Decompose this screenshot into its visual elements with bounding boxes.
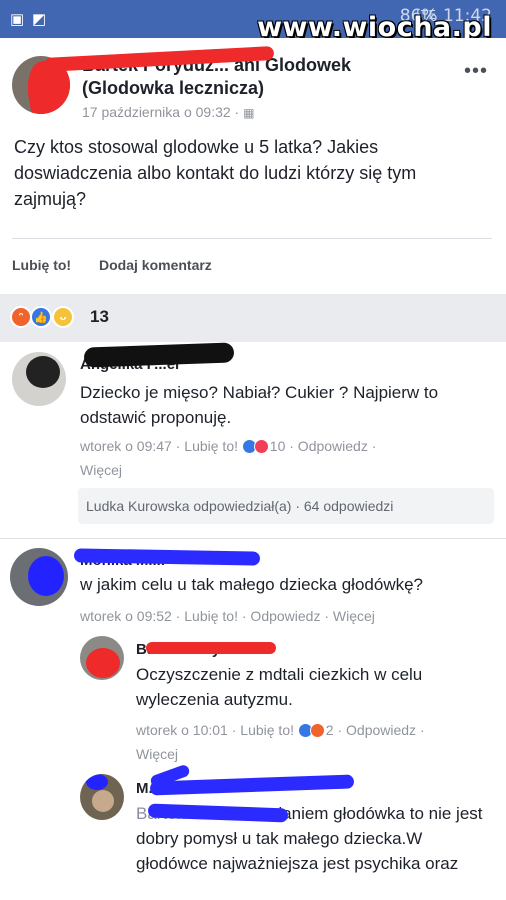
reaction-count[interactable]: 13 xyxy=(90,307,109,327)
more-link[interactable]: Więcej xyxy=(80,462,122,478)
comment-meta: wtorek o 09:47 · Lubię to! 10 · Odpowied… xyxy=(80,438,377,478)
more-link[interactable]: Więcej xyxy=(136,746,178,762)
post-timestamp[interactable]: 17 października o 09:32 · ▦ xyxy=(82,104,254,120)
divider xyxy=(12,238,492,239)
avatar[interactable] xyxy=(10,548,68,606)
comment-button[interactable]: Dodaj komentarz xyxy=(99,257,212,273)
avatar[interactable] xyxy=(12,352,66,406)
redaction-scribble xyxy=(83,342,235,368)
avatar[interactable] xyxy=(80,636,124,680)
reactions-bar[interactable] xyxy=(0,294,506,342)
post-card: Bartek Poryduz... ani Glodowek (Glodowka… xyxy=(0,38,506,294)
avatar[interactable] xyxy=(80,774,124,820)
comment-meta: wtorek o 10:01 · Lubię to! 2 · Odpowiedz… xyxy=(136,722,425,762)
divider xyxy=(0,538,506,539)
haha-icon: ᴗ xyxy=(52,306,74,328)
comment-text: Oczyszczenie z mdtali ciezkich w celu wy… xyxy=(136,665,423,709)
status-bar: ▣ ◩ LTE 86% 11:42 www.wiocha.pl xyxy=(0,0,506,43)
comment-like-button[interactable]: Lubię to! xyxy=(240,722,294,738)
redaction-scribble xyxy=(146,642,276,654)
comment-text: Dziecko je mięso? Nabiał? Cukier ? Najpi… xyxy=(80,383,439,427)
notification-icon: ▣ xyxy=(10,11,25,28)
image-icon: ◩ xyxy=(32,11,47,28)
angry-icon xyxy=(309,723,325,738)
love-icon xyxy=(253,439,269,454)
like-button[interactable]: Lubię to! xyxy=(12,257,71,273)
more-options-icon[interactable]: ••• xyxy=(464,60,488,83)
replies-summary[interactable]: Ludka Kurowska odpowiedział(a) · 64 odpo… xyxy=(78,488,494,524)
reply-button[interactable]: · Odpowiedz · xyxy=(289,438,376,454)
post-text: Czy ktos stosowal glodowke u 5 latka? Ja… xyxy=(14,137,417,209)
comment-meta: wtorek o 09:52 · Lubię to! · Odpowiedz ·… xyxy=(80,608,375,624)
like-icon: 👍 xyxy=(30,306,52,328)
comment-text: w jakim celu u tak małego dziecka głodów… xyxy=(80,575,424,594)
angry-icon: ᵔ xyxy=(10,306,32,328)
audience-icon: ▦ xyxy=(243,106,255,120)
reply-button[interactable]: · Odpowiedz · xyxy=(337,722,424,738)
comment-like-button[interactable]: Lubię to! xyxy=(184,438,238,454)
